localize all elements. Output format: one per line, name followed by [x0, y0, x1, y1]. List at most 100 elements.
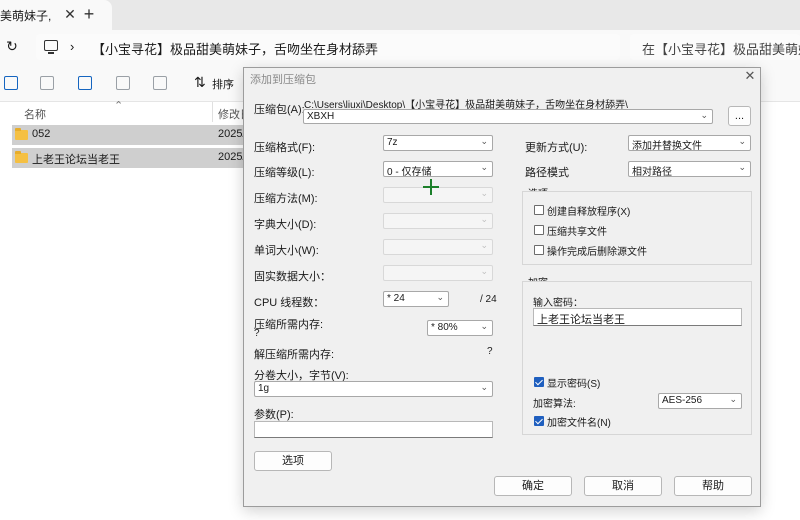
- chevron-down-icon: ⌄: [738, 162, 746, 172]
- path-mode-select[interactable]: 相对路径 ⌄: [628, 161, 751, 177]
- memory-unknown: ?: [254, 328, 260, 339]
- computer-stand: [48, 52, 54, 54]
- format-select[interactable]: 7z ⌄: [383, 135, 493, 151]
- update-select[interactable]: 添加并替换文件 ⌄: [628, 135, 751, 151]
- tab-title: 美萌妹子,: [0, 9, 52, 23]
- add-to-archive-dialog: 添加到压缩包 ✕ 压缩包(A): C:\Users\liuxi\Desktop\…: [243, 67, 761, 507]
- address-text: 【小宝寻花】极品甜美萌妹子，舌吻坐在身材舔弄: [92, 42, 379, 57]
- list-item[interactable]: 上老王论坛当老王 2025/: [12, 148, 246, 168]
- crosshair-cursor-icon: [430, 179, 432, 195]
- show-password-checkbox[interactable]: [534, 377, 544, 387]
- cancel-button[interactable]: 取消: [584, 476, 662, 496]
- encrypt-names-label[interactable]: 加密文件名(N): [547, 414, 611, 429]
- chevron-down-icon: ⌄: [480, 382, 488, 392]
- browse-button[interactable]: ...: [728, 106, 751, 126]
- word-label: 单词大小(W):: [254, 245, 319, 257]
- help-button[interactable]: 帮助: [674, 476, 752, 496]
- chevron-down-icon: ⌄: [738, 136, 746, 146]
- shared-files-checkbox[interactable]: [534, 225, 544, 235]
- search-input[interactable]: 在【小宝寻花】极品甜美萌妹子: [630, 34, 800, 60]
- file-name: 上老王论坛当老王: [32, 154, 120, 166]
- sort-caret-icon: ⌃: [114, 100, 124, 112]
- file-date: 2025/: [218, 151, 246, 163]
- sfx-label[interactable]: 创建自释放程序(X): [547, 203, 630, 218]
- memory-select[interactable]: * 80% ⌄: [427, 320, 493, 336]
- password-label: 输入密码：: [533, 298, 583, 309]
- params-label: 参数(P):: [254, 409, 294, 421]
- update-label: 更新方式(U):: [525, 142, 588, 154]
- refresh-icon[interactable]: ↻: [4, 38, 20, 54]
- solid-select: ⌄: [383, 265, 493, 281]
- level-select[interactable]: 0 - 仅存储 ⌄: [383, 161, 493, 177]
- rename-icon[interactable]: [78, 76, 92, 90]
- chevron-right-icon[interactable]: ›: [70, 39, 74, 54]
- plus-icon[interactable]: +: [80, 5, 98, 23]
- update-value: 添加并替换文件: [632, 141, 702, 151]
- level-value: 0 - 仅存储: [387, 167, 432, 177]
- cpu-label: CPU 线程数：: [254, 297, 325, 309]
- ok-button[interactable]: 确定: [494, 476, 572, 496]
- encryption-method-label: 加密算法:: [533, 399, 576, 410]
- close-icon[interactable]: ✕: [742, 68, 758, 84]
- cpu-select[interactable]: * 24 ⌄: [383, 291, 449, 307]
- password-input[interactable]: 上老王论坛当老王: [533, 308, 742, 326]
- dict-label: 字典大小(D):: [254, 219, 317, 231]
- cpu-total: / 24: [480, 294, 497, 305]
- address-bar[interactable]: › 【小宝寻花】极品甜美萌妹子，舌吻坐在身材舔弄: [36, 34, 620, 60]
- encryption-method-value: AES-256: [662, 395, 703, 406]
- split-value: 1g: [258, 383, 270, 394]
- close-icon[interactable]: ✕: [62, 6, 78, 22]
- shared-files-label[interactable]: 压缩共享文件: [547, 223, 607, 238]
- sort-icon[interactable]: ⇅: [194, 74, 206, 91]
- chevron-down-icon: ⌄: [480, 321, 488, 331]
- encrypt-names-checkbox[interactable]: [534, 416, 544, 426]
- paste-icon[interactable]: [40, 76, 54, 90]
- chevron-down-icon: ⌄: [480, 266, 488, 276]
- format-value: 7z: [387, 137, 398, 148]
- method-label: 压缩方法(M):: [254, 193, 318, 205]
- chevron-down-icon: ⌄: [480, 136, 488, 146]
- address-row: ↻ › 【小宝寻花】极品甜美萌妹子，舌吻坐在身材舔弄 在【小宝寻花】极品甜美萌妹…: [0, 30, 800, 64]
- delete-after-label[interactable]: 操作完成后删除源文件: [547, 243, 647, 258]
- options-button[interactable]: 选项: [254, 451, 332, 471]
- chevron-down-icon: ⌄: [480, 214, 488, 224]
- solid-label: 固实数据大小：: [254, 271, 331, 283]
- archive-label: 压缩包(A):: [254, 104, 305, 116]
- folder-icon: [15, 128, 28, 140]
- level-label: 压缩等级(L):: [254, 167, 315, 179]
- folder-icon: [15, 151, 28, 163]
- sort-button[interactable]: 排序: [212, 76, 234, 92]
- column-separator[interactable]: [212, 102, 213, 122]
- cpu-value: * 24: [387, 293, 405, 304]
- delete-after-checkbox[interactable]: [534, 245, 544, 255]
- list-item[interactable]: 052 2025/: [12, 125, 246, 145]
- column-header-name[interactable]: 名称: [24, 106, 46, 122]
- archive-name-value: XBXH: [307, 111, 335, 122]
- chevron-down-icon: ⌄: [480, 162, 488, 172]
- encryption-method-select[interactable]: AES-256 ⌄: [658, 393, 742, 409]
- file-date: 2025/: [218, 128, 246, 140]
- copy-icon[interactable]: [4, 76, 18, 90]
- share-icon[interactable]: [116, 76, 130, 90]
- chevron-down-icon: ⌄: [480, 240, 488, 250]
- split-combo[interactable]: 1g ⌄: [254, 381, 493, 397]
- chevron-down-icon: ⌄: [436, 292, 444, 302]
- archive-name-combo[interactable]: XBXH ⌄: [303, 109, 713, 124]
- sfx-checkbox[interactable]: [534, 205, 544, 215]
- decompress-memory-label: 解压缩所需内存:: [254, 349, 335, 361]
- chevron-down-icon: ⌄: [729, 394, 737, 404]
- format-label: 压缩格式(F):: [254, 142, 316, 154]
- tab-strip: 美萌妹子, ✕ +: [0, 0, 800, 30]
- file-name: 052: [32, 128, 51, 140]
- dialog-title: 添加到压缩包: [250, 74, 316, 86]
- chevron-down-icon: ⌄: [480, 188, 488, 198]
- method-select: ⌄: [383, 187, 493, 203]
- chevron-down-icon[interactable]: ⌄: [700, 110, 708, 121]
- word-select: ⌄: [383, 239, 493, 255]
- show-password-label[interactable]: 显示密码(S): [547, 375, 600, 390]
- path-mode-label: 路径模式: [525, 167, 569, 179]
- search-placeholder: 在【小宝寻花】极品甜美萌妹子: [642, 42, 800, 57]
- memory-value: * 80%: [431, 322, 458, 333]
- delete-icon[interactable]: [153, 76, 167, 90]
- params-input[interactable]: [254, 421, 493, 438]
